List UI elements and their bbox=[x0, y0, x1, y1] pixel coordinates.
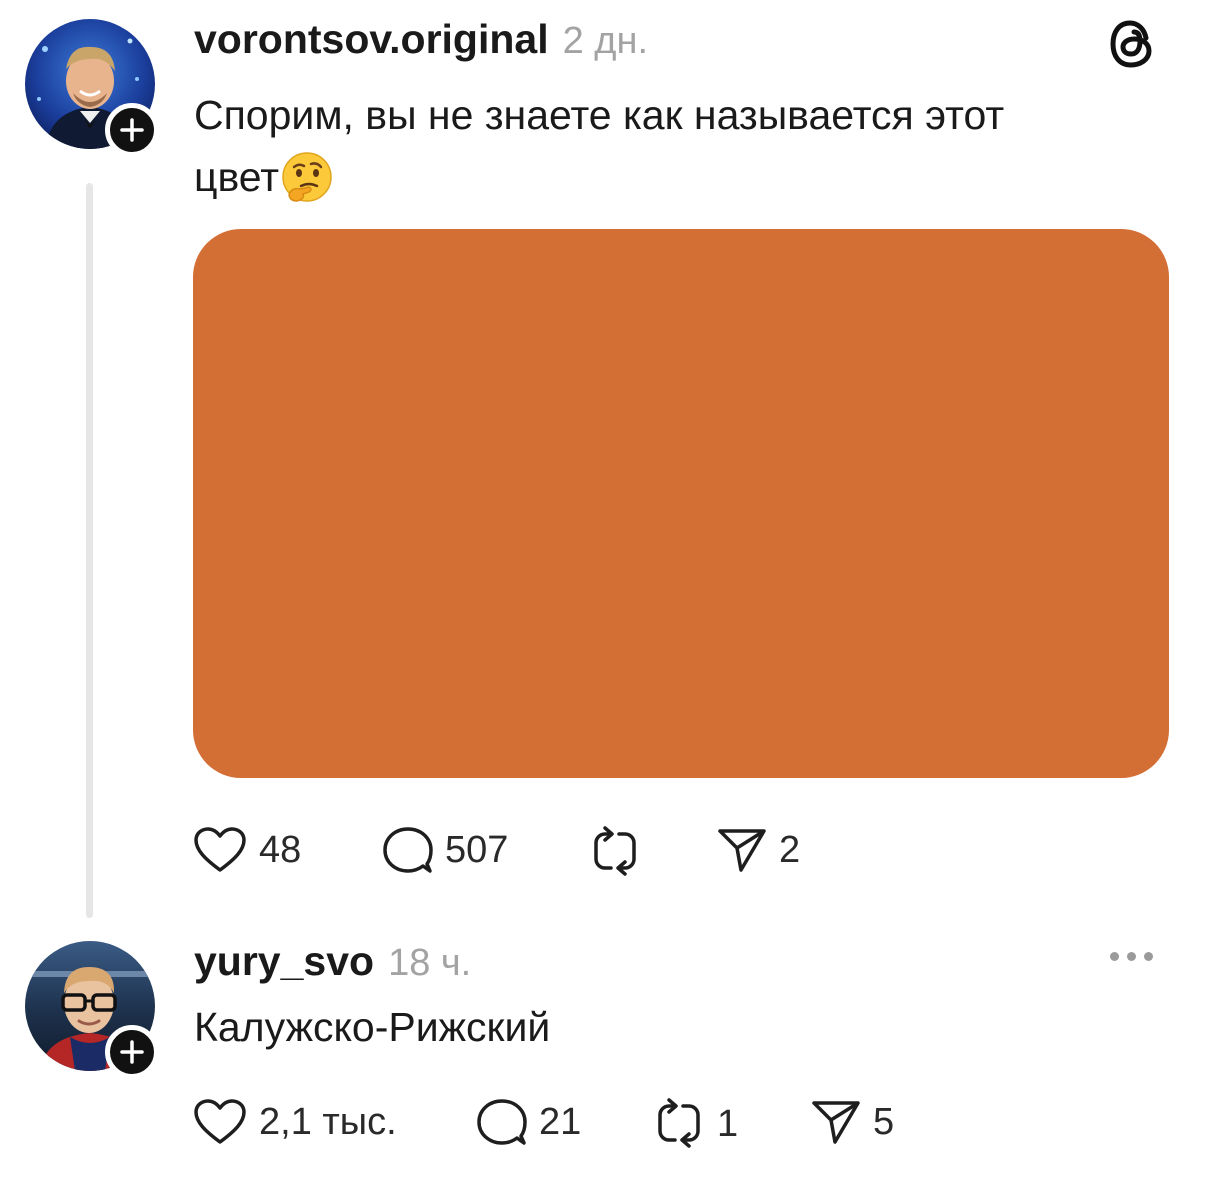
reply-repost-count: 1 bbox=[717, 1102, 739, 1145]
repost-icon bbox=[658, 1098, 700, 1148]
reply-share-count: 5 bbox=[873, 1100, 895, 1143]
send-icon bbox=[812, 1101, 860, 1144]
follow-button[interactable] bbox=[105, 1025, 159, 1079]
post-author-avatar-wrap[interactable] bbox=[25, 19, 159, 157]
reply-like-count: 2,1 тыс. bbox=[259, 1100, 397, 1143]
repost-icon bbox=[594, 826, 636, 876]
dot bbox=[1144, 952, 1153, 961]
reply-repost-button[interactable]: 1 bbox=[653, 1098, 738, 1150]
reply-like-button[interactable]: 2,1 тыс. bbox=[193, 1098, 397, 1146]
post-header: vorontsov.original 2 дн. bbox=[194, 16, 648, 63]
thinking-face-emoji bbox=[281, 151, 333, 220]
heart-icon bbox=[194, 1099, 246, 1144]
reply-share-button[interactable]: 5 bbox=[811, 1098, 894, 1146]
post-repost-button[interactable] bbox=[589, 826, 641, 878]
plus-icon bbox=[120, 1040, 144, 1064]
post-text-line-2: цвет bbox=[194, 146, 1154, 220]
dot bbox=[1127, 952, 1136, 961]
dot bbox=[1110, 952, 1119, 961]
reply-username[interactable]: yury_svo bbox=[194, 938, 374, 985]
post-media-color-swatch[interactable] bbox=[193, 229, 1169, 778]
post-text-line-2-word: цвет bbox=[194, 154, 280, 200]
more-dots-icon[interactable] bbox=[1110, 952, 1153, 961]
reply-actions: 2,1 тыс. 21 1 5 bbox=[193, 1098, 953, 1148]
threads-logo-icon[interactable] bbox=[1108, 18, 1156, 75]
follow-button[interactable] bbox=[105, 103, 159, 157]
post-share-button[interactable]: 2 bbox=[717, 826, 800, 874]
reply-header: yury_svo 18 ч. bbox=[194, 938, 471, 985]
heart-icon bbox=[194, 827, 246, 872]
send-icon bbox=[718, 829, 766, 872]
reply-author-avatar-wrap[interactable] bbox=[25, 941, 159, 1079]
reply-comment-button[interactable]: 21 bbox=[477, 1098, 581, 1146]
post-comment-button[interactable]: 507 bbox=[383, 826, 508, 874]
post-text-line-1: Спорим, вы не знаете как называется этот bbox=[194, 92, 1005, 138]
post-text: Спорим, вы не знаете как называется этот… bbox=[194, 84, 1154, 220]
post-like-button[interactable]: 48 bbox=[193, 826, 301, 874]
post-username[interactable]: vorontsov.original bbox=[194, 16, 549, 63]
comment-bubble-icon bbox=[477, 1099, 527, 1145]
post-share-count: 2 bbox=[779, 828, 801, 871]
reply-comment-count: 21 bbox=[539, 1100, 582, 1143]
reply-time: 18 ч. bbox=[388, 942, 472, 984]
post-like-count: 48 bbox=[259, 828, 302, 871]
comment-bubble-icon bbox=[383, 827, 433, 873]
plus-icon bbox=[120, 118, 144, 142]
thread-connector-line bbox=[86, 183, 93, 918]
reply-text: Калужско-Рижский bbox=[194, 1004, 551, 1050]
post-actions: 48 507 2 bbox=[193, 826, 893, 876]
post-time: 2 дн. bbox=[562, 20, 649, 62]
post-comment-count: 507 bbox=[445, 828, 509, 871]
